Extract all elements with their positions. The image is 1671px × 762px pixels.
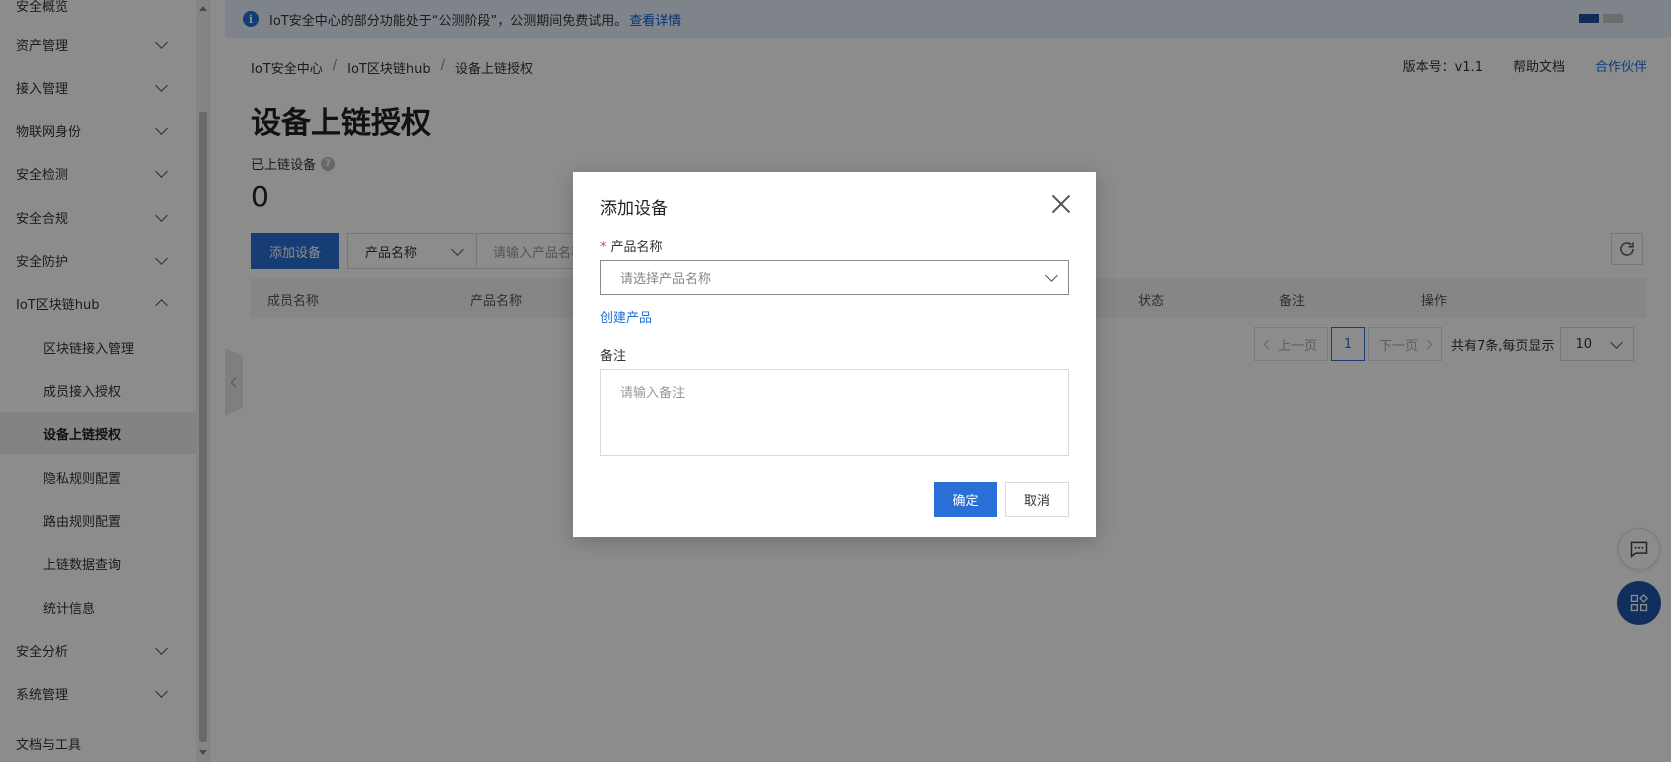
product-field-label: * 产品名称 [600,236,663,255]
product-select[interactable]: 请选择产品名称 [600,260,1069,295]
add-device-dialog: 添加设备 * 产品名称 请选择产品名称 创建产品 备注 请输入备注 确定 取消 [573,172,1096,537]
create-product-link[interactable]: 创建产品 [600,307,652,326]
product-label-text: 产品名称 [610,240,663,255]
cancel-button[interactable]: 取消 [1005,482,1069,517]
note-field-label: 备注 [600,349,627,364]
confirm-button[interactable]: 确定 [934,482,997,517]
note-textarea[interactable]: 请输入备注 [600,369,1069,456]
chevron-down-icon [1045,269,1058,282]
required-mark: * [600,240,607,255]
close-icon[interactable] [1051,194,1071,214]
product-select-placeholder: 请选择产品名称 [620,272,712,287]
dialog-title: 添加设备 [600,199,668,219]
